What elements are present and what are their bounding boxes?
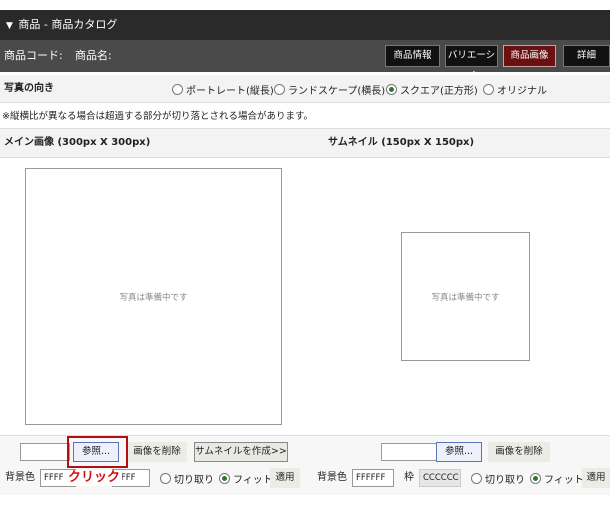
thumb-frame-label: 枠 xyxy=(404,472,414,483)
orientation-label: 写真の向き xyxy=(4,83,54,94)
thumb-radio-fit[interactable]: フィット xyxy=(530,471,584,486)
thumbnail-placeholder: 写真は準備中です xyxy=(431,292,500,303)
product-info-bar: 商品コード: 商品名: 商品情報 バリエーション 商品画像 詳細 xyxy=(0,40,610,81)
tab-variation[interactable]: バリエーション xyxy=(445,45,498,81)
thumbnail-browse-button[interactable]: 参照... xyxy=(436,442,482,462)
main-bg-color-label: 背景色 xyxy=(5,472,35,483)
radio-button-selected[interactable] xyxy=(219,473,230,484)
radio-button[interactable] xyxy=(172,84,183,95)
main-radio-crop[interactable]: 切り取り xyxy=(160,471,214,486)
main-radio-fit[interactable]: フィット xyxy=(219,471,273,486)
radio-button[interactable] xyxy=(471,473,482,484)
main-image-delete-button[interactable]: 画像を削除 xyxy=(127,442,187,462)
radio-button[interactable] xyxy=(274,84,285,95)
window-title-bar: ▼ 商品 - 商品カタログ xyxy=(0,10,610,40)
tab-product-info[interactable]: 商品情報 xyxy=(385,45,440,67)
radio-landscape[interactable]: ランドスケープ(横長) xyxy=(274,82,385,97)
radio-button-selected[interactable] xyxy=(386,84,397,95)
main-image-file-path[interactable] xyxy=(20,443,70,461)
click-highlight-frame xyxy=(67,436,128,468)
radio-original[interactable]: オリジナル xyxy=(483,82,547,97)
thumbnail-preview: 写真は準備中です xyxy=(401,232,530,361)
tab-product-image[interactable]: 商品画像 xyxy=(503,45,556,67)
tab-details[interactable]: 詳細 xyxy=(563,45,610,67)
radio-button[interactable] xyxy=(160,473,171,484)
main-image-preview: 写真は準備中です xyxy=(25,168,282,425)
main-apply-button[interactable]: 適用 xyxy=(270,468,300,488)
thumb-bg-color-label: 背景色 xyxy=(317,472,347,483)
click-annotation: クリック xyxy=(66,470,123,486)
thumb-frame-color-input[interactable]: CCCCCC xyxy=(419,469,461,487)
thumbnail-delete-button[interactable]: 画像を削除 xyxy=(488,442,550,462)
thumbnail-heading: サムネイル (150px X 150px) xyxy=(328,137,475,148)
radio-square[interactable]: スクエア(正方形) xyxy=(386,82,478,97)
product-name-label: 商品名: xyxy=(75,49,112,62)
collapse-triangle-icon[interactable]: ▼ xyxy=(6,21,13,31)
orientation-row: 写真の向き ポートレート(縦長) ランドスケープ(横長) スクエア(正方形) オ… xyxy=(0,75,610,103)
radio-button-selected[interactable] xyxy=(530,473,541,484)
thumb-radio-crop[interactable]: 切り取り xyxy=(471,471,525,486)
thumbnail-file-path[interactable] xyxy=(381,443,437,461)
main-image-heading: メイン画像 (300px X 300px) xyxy=(4,137,151,148)
window-title: 商品 - 商品カタログ xyxy=(18,18,118,31)
thumb-bg-color-input[interactable]: FFFFFF xyxy=(352,469,394,487)
make-thumbnail-button[interactable]: サムネイルを作成>> xyxy=(194,442,288,462)
radio-button[interactable] xyxy=(483,84,494,95)
product-code-label: 商品コード: xyxy=(4,49,63,62)
main-image-placeholder: 写真は準備中です xyxy=(119,292,188,303)
image-section-headings: メイン画像 (300px X 300px) サムネイル (150px X 150… xyxy=(0,128,610,158)
thumb-apply-button[interactable]: 適用 xyxy=(582,468,610,488)
crop-notice: ※縦横比が異なる場合は超過する部分が切り落とされる場合があります。 xyxy=(2,111,314,122)
radio-portrait[interactable]: ポートレート(縦長) xyxy=(172,82,274,97)
